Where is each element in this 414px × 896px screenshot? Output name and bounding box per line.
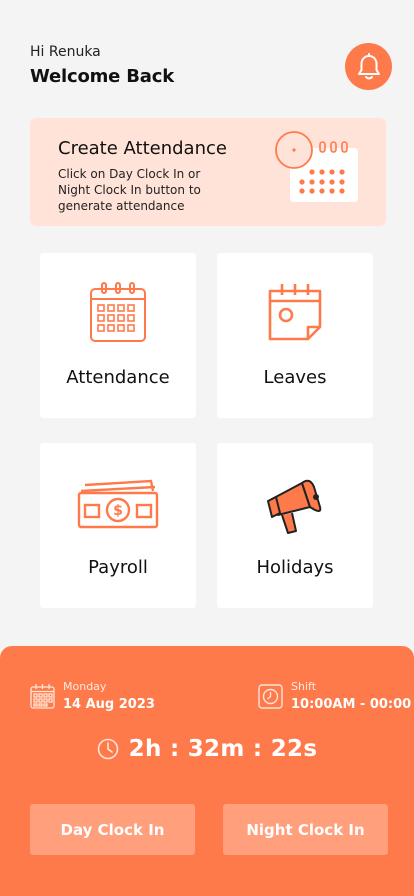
date-info: Monday 14 Aug 2023 [30, 680, 155, 712]
tile-leaves[interactable]: Leaves [217, 253, 373, 418]
elapsed-time: 2h : 32m : 22s [128, 736, 318, 762]
day-clock-in-button[interactable]: Day Clock In [30, 804, 195, 855]
notification-button[interactable] [345, 43, 392, 90]
money-icon: $ [77, 479, 159, 529]
tile-payroll[interactable]: $ Payroll [40, 443, 196, 608]
attendance-calendar-icon [90, 282, 146, 342]
greeting-text: Hi Renuka [30, 44, 101, 60]
shift-clock-icon [258, 683, 283, 709]
calendar-icon [30, 684, 55, 709]
bell-icon [357, 52, 380, 79]
create-attendance-banner[interactable]: Create Attendance Click on Day Clock In … [30, 118, 386, 226]
tile-holidays[interactable]: Holidays [217, 443, 373, 608]
tile-label: Attendance [66, 367, 170, 388]
shift-label: Shift [291, 680, 317, 693]
tile-label: Holidays [256, 557, 334, 578]
tile-label: Leaves [263, 367, 327, 388]
calendar-clock-icon [275, 131, 358, 202]
clock-panel: Monday 14 Aug 2023 Shift 10:00AM - 00:00… [0, 646, 414, 896]
banner-title: Create Attendance [58, 138, 227, 159]
header: Hi Renuka Welcome Back [30, 44, 174, 87]
date-value: 14 Aug 2023 [63, 697, 155, 712]
tile-label: Payroll [88, 557, 148, 578]
banner-description: Click on Day Clock In or Night Clock In … [58, 167, 201, 213]
tile-attendance[interactable]: Attendance [40, 253, 196, 418]
megaphone-icon [267, 479, 322, 534]
leave-calendar-icon [268, 284, 322, 341]
clock-icon [97, 738, 118, 760]
night-clock-in-button[interactable]: Night Clock In [223, 804, 388, 855]
day-label: Monday [63, 680, 107, 693]
svg-text:$: $ [113, 503, 123, 519]
elapsed-timer: 2h : 32m : 22s [0, 736, 414, 762]
shift-info: Shift 10:00AM - 00:00 [258, 680, 411, 712]
shift-time: 10:00AM - 00:00 [291, 697, 412, 712]
welcome-title: Welcome Back [30, 66, 174, 87]
